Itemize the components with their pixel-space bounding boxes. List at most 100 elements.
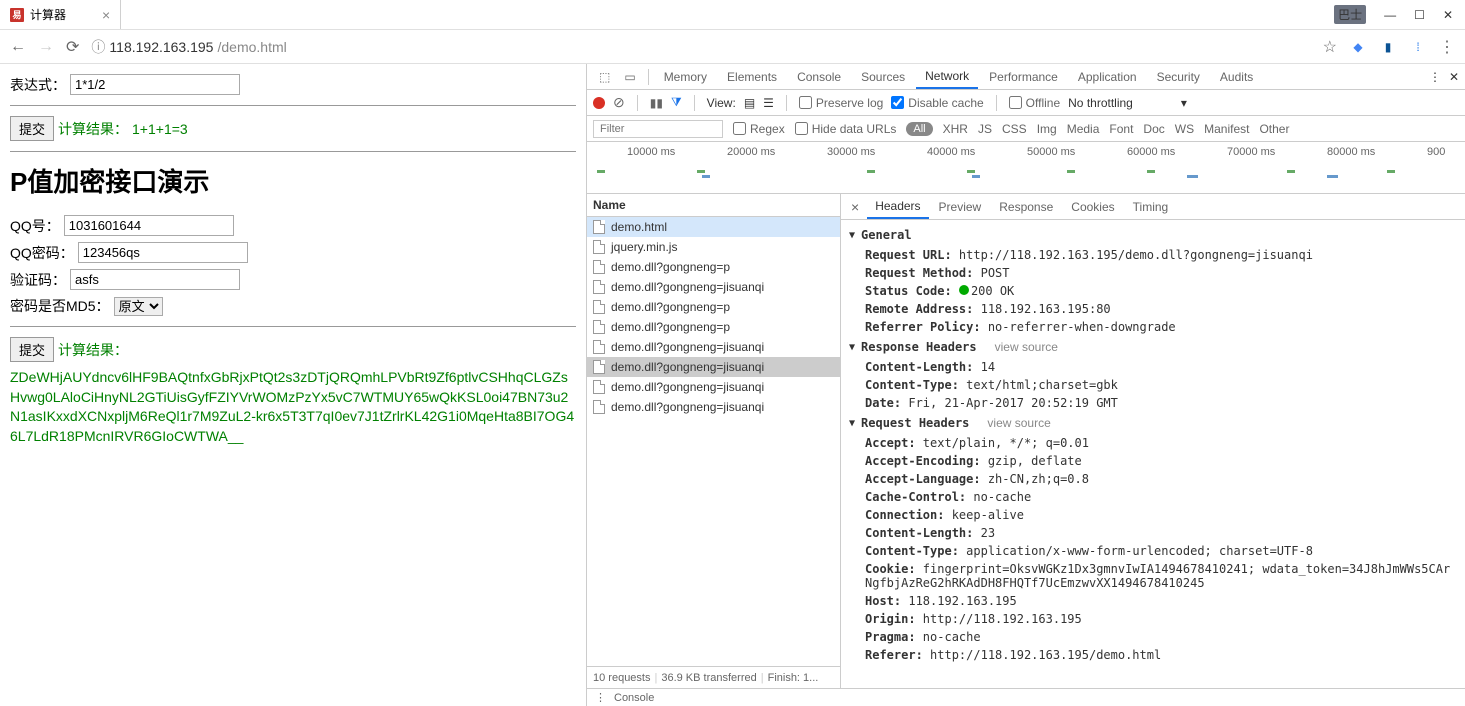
filter-doc[interactable]: Doc: [1143, 122, 1164, 136]
result2-label: 计算结果：: [58, 340, 128, 360]
view-label: View:: [707, 96, 736, 110]
filter-media[interactable]: Media: [1067, 122, 1100, 136]
preserve-log-checkbox[interactable]: Preserve log: [799, 96, 883, 110]
network-request-row[interactable]: demo.dll?gongneng=jisuanqi: [587, 277, 840, 297]
devtools-drawer[interactable]: ⋮ Console: [587, 688, 1465, 706]
close-tab-icon[interactable]: ×: [102, 7, 110, 23]
browser-tab[interactable]: 易 计算器 ×: [0, 0, 121, 29]
header-row: Request Method: POST: [841, 264, 1465, 282]
filter-ws[interactable]: WS: [1175, 122, 1194, 136]
hide-urls-checkbox[interactable]: Hide data URLs: [795, 122, 897, 136]
filter-img[interactable]: Img: [1037, 122, 1057, 136]
back-icon[interactable]: ←: [10, 38, 26, 56]
extension-badge: 巴士: [1334, 5, 1366, 24]
devtools: ⬚ ▭ Memory Elements Console Sources Netw…: [586, 64, 1465, 706]
document-icon: [593, 280, 605, 294]
pwd-input[interactable]: [78, 242, 248, 263]
forward-icon[interactable]: →: [38, 38, 54, 56]
record-icon[interactable]: [593, 97, 605, 109]
submit-button-1[interactable]: 提交: [10, 116, 54, 141]
network-request-row[interactable]: demo.dll?gongneng=jisuanqi: [587, 357, 840, 377]
tab-timing[interactable]: Timing: [1125, 196, 1177, 218]
timeline-tick: 20000 ms: [727, 146, 775, 158]
filter-font[interactable]: Font: [1109, 122, 1133, 136]
tab-audits[interactable]: Audits: [1211, 66, 1262, 88]
qq-input[interactable]: [64, 215, 234, 236]
filter-input[interactable]: [593, 120, 723, 138]
network-request-row[interactable]: demo.dll?gongneng=jisuanqi: [587, 377, 840, 397]
menu-icon[interactable]: ⋮: [1439, 37, 1455, 57]
net-column-header[interactable]: Name: [587, 194, 840, 217]
status-finish: Finish: 1...: [768, 672, 819, 684]
request-name: demo.dll?gongneng=jisuanqi: [611, 360, 764, 374]
regex-checkbox[interactable]: Regex: [733, 122, 785, 136]
document-icon: [593, 340, 605, 354]
view-overview-icon[interactable]: ☰: [763, 96, 774, 110]
devtools-close-icon[interactable]: ✕: [1449, 70, 1459, 84]
drawer-menu-icon[interactable]: ⋮: [595, 691, 606, 704]
extension-icon-2[interactable]: ▮: [1379, 38, 1397, 56]
network-request-row[interactable]: demo.dll?gongneng=jisuanqi: [587, 337, 840, 357]
extension-icon-1[interactable]: ◆: [1349, 38, 1367, 56]
network-request-row[interactable]: demo.dll?gongneng=p: [587, 297, 840, 317]
maximize-icon[interactable]: ☐: [1414, 8, 1425, 22]
section-header[interactable]: ▼Response Headersview source: [841, 336, 1465, 358]
network-timeline[interactable]: 10000 ms20000 ms30000 ms40000 ms50000 ms…: [587, 142, 1465, 194]
captcha-input[interactable]: [70, 269, 240, 290]
filter-all[interactable]: All: [906, 122, 932, 136]
tab-headers[interactable]: Headers: [867, 195, 928, 219]
device-icon[interactable]: ▭: [618, 70, 641, 84]
tab-console[interactable]: Console: [788, 66, 850, 88]
network-request-row[interactable]: demo.dll?gongneng=p: [587, 257, 840, 277]
view-large-icon[interactable]: ▤: [744, 96, 755, 110]
view-source-link[interactable]: view source: [995, 340, 1058, 354]
submit-button-2[interactable]: 提交: [10, 337, 54, 362]
network-request-row[interactable]: demo.html: [587, 217, 840, 237]
tab-sources[interactable]: Sources: [852, 66, 914, 88]
minimize-icon[interactable]: —: [1384, 8, 1396, 22]
tab-application[interactable]: Application: [1069, 66, 1146, 88]
section-header[interactable]: ▼Request Headersview source: [841, 412, 1465, 434]
close-window-icon[interactable]: ✕: [1443, 8, 1453, 22]
inspect-icon[interactable]: ⬚: [593, 70, 616, 84]
filter-js[interactable]: JS: [978, 122, 992, 136]
tab-cookies[interactable]: Cookies: [1063, 196, 1122, 218]
bookmark-icon[interactable]: ☆: [1323, 37, 1337, 57]
details-close-icon[interactable]: ×: [845, 199, 865, 215]
network-toolbar: ⊘ ▮▮ ⧩ View: ▤ ☰ Preserve log Disable ca…: [587, 90, 1465, 116]
network-status-bar: 10 requests | 36.9 KB transferred | Fini…: [587, 666, 840, 688]
filter-icon[interactable]: ⧩: [671, 95, 682, 110]
disable-cache-checkbox[interactable]: Disable cache: [891, 96, 983, 110]
filter-xhr[interactable]: XHR: [943, 122, 968, 136]
filter-css[interactable]: CSS: [1002, 122, 1027, 136]
section-header[interactable]: ▼General: [841, 224, 1465, 246]
network-request-row[interactable]: demo.dll?gongneng=p: [587, 317, 840, 337]
view-source-link[interactable]: view source: [987, 416, 1050, 430]
tab-preview[interactable]: Preview: [931, 196, 990, 218]
offline-checkbox[interactable]: Offline: [1009, 96, 1060, 110]
extension-icon-3[interactable]: ⁞: [1409, 38, 1427, 56]
qq-label: QQ号：: [10, 216, 60, 236]
dropdown-icon[interactable]: ▾: [1181, 96, 1187, 110]
site-info-icon[interactable]: ⓘ: [91, 37, 105, 57]
tab-performance[interactable]: Performance: [980, 66, 1067, 88]
screenshot-icon[interactable]: ▮▮: [650, 96, 663, 110]
tab-memory[interactable]: Memory: [655, 66, 716, 88]
filter-other[interactable]: Other: [1259, 122, 1289, 136]
tab-network[interactable]: Network: [916, 65, 978, 89]
expr-input[interactable]: [70, 74, 240, 95]
devtools-menu-icon[interactable]: ⋮: [1429, 70, 1441, 84]
tab-elements[interactable]: Elements: [718, 66, 786, 88]
drawer-console-label[interactable]: Console: [614, 692, 654, 704]
network-request-row[interactable]: demo.dll?gongneng=jisuanqi: [587, 397, 840, 417]
tab-response[interactable]: Response: [991, 196, 1061, 218]
timeline-tick: 80000 ms: [1327, 146, 1375, 158]
filter-manifest[interactable]: Manifest: [1204, 122, 1249, 136]
md5-select[interactable]: 原文: [114, 297, 163, 316]
url-field[interactable]: ⓘ 118.192.163.195/demo.html: [91, 37, 1310, 57]
throttling-select[interactable]: No throttling: [1068, 96, 1133, 110]
tab-security[interactable]: Security: [1148, 66, 1209, 88]
clear-icon[interactable]: ⊘: [613, 94, 625, 111]
network-request-row[interactable]: jquery.min.js: [587, 237, 840, 257]
reload-icon[interactable]: ⟳: [66, 37, 79, 57]
